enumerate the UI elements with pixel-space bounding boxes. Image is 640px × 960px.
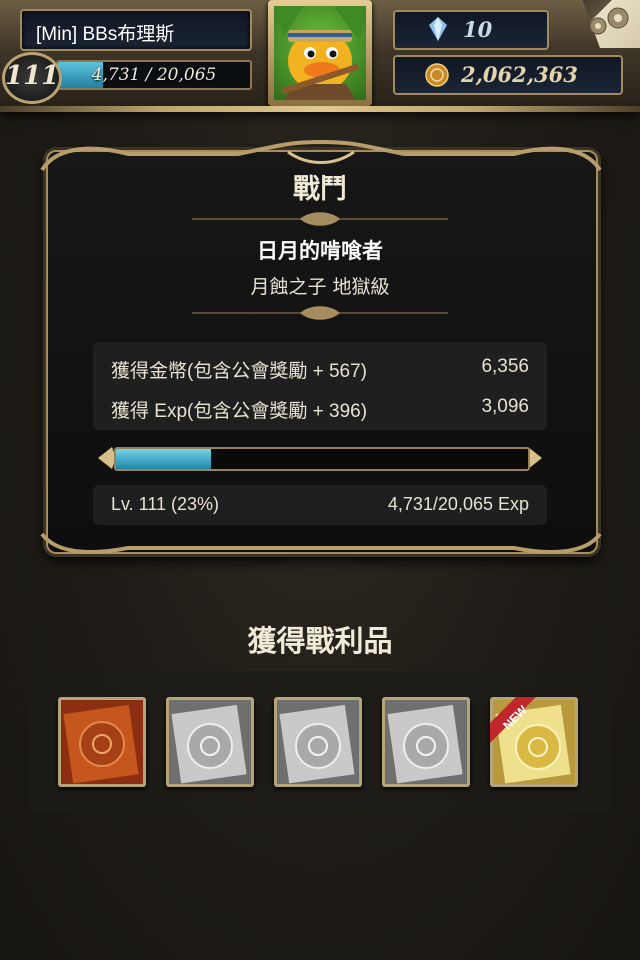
bronze-emblem-card-icon — [58, 697, 146, 787]
spoil-card-silver-3[interactable] — [382, 697, 470, 787]
exp-reward-label: 獲得 Exp(包含公會獎勵 + 396) — [111, 401, 368, 422]
player-name: [Min] BBs布理斯 — [36, 24, 175, 45]
gem-counter[interactable]: 10 — [393, 10, 549, 50]
coin-count: 2,062,363 — [461, 62, 578, 87]
spoil-card-bronze[interactable] — [58, 697, 146, 787]
spoil-card-silver-1[interactable] — [166, 697, 254, 787]
level-progress-info: Lv. 111 (23%) 4,731/20,065 Exp — [93, 485, 547, 525]
status-header: [Min] BBs布理斯 4,731 / 20,065 111 10 2,062… — [0, 0, 640, 112]
spoil-card-gold-new[interactable]: NEW — [490, 697, 578, 787]
spoil-card-silver-2[interactable] — [274, 697, 362, 787]
battle-title: 戰鬥 — [293, 174, 347, 205]
spoils-title: 獲得戰利品 — [247, 624, 393, 658]
silver-emblem-card-icon — [382, 697, 470, 787]
duck-warrior-avatar-icon — [274, 6, 366, 100]
gold-coin-icon — [425, 63, 449, 87]
exp-reward-value: 3,096 — [481, 396, 529, 417]
exp-progress-track — [114, 447, 530, 471]
reward-summary: 獲得金幣(包含公會獎勵 + 567) 6,356 獲得 Exp(包含公會獎勵 +… — [93, 342, 547, 430]
level-percent-text: Lv. 111 (23%) — [111, 494, 220, 514]
exp-total-text: 4,731/20,065 Exp — [387, 494, 529, 514]
coin-reward-value: 6,356 — [481, 356, 529, 377]
coin-counter[interactable]: 2,062,363 — [393, 55, 623, 95]
gold-emblem-card-icon: NEW — [490, 697, 578, 787]
avatar[interactable] — [268, 0, 372, 106]
title-divider-bottom — [192, 306, 448, 320]
exp-progress-fill — [116, 449, 211, 469]
level-badge: 111 — [2, 52, 62, 104]
title-divider-top — [192, 212, 448, 226]
level-number: 111 — [5, 61, 60, 91]
quest-name: 日月的啃喰者 — [257, 239, 383, 263]
coin-reward-label: 獲得金幣(包含公會獎勵 + 567) — [111, 361, 368, 382]
coin-reward-row: 獲得金幣(包含公會獎勵 + 567) 6,356 — [111, 356, 529, 386]
gear-icon[interactable] — [582, 6, 632, 40]
player-name-plate[interactable]: [Min] BBs布理斯 — [20, 9, 252, 51]
silver-emblem-card-icon — [166, 697, 254, 787]
silver-emblem-card-icon — [274, 697, 362, 787]
exp-reward-row: 獲得 Exp(包含公會獎勵 + 396) 3,096 — [111, 396, 529, 426]
player-xp-text: 4,731 / 20,065 — [91, 65, 217, 85]
gem-count: 10 — [463, 17, 493, 42]
player-xp-bar: 4,731 / 20,065 — [56, 60, 252, 90]
panel-bottom-ornament — [40, 532, 602, 554]
quest-subtitle: 月蝕之子 地獄級 — [250, 276, 390, 298]
exp-progress-bar — [98, 441, 542, 475]
blue-crystal-icon — [429, 17, 447, 41]
